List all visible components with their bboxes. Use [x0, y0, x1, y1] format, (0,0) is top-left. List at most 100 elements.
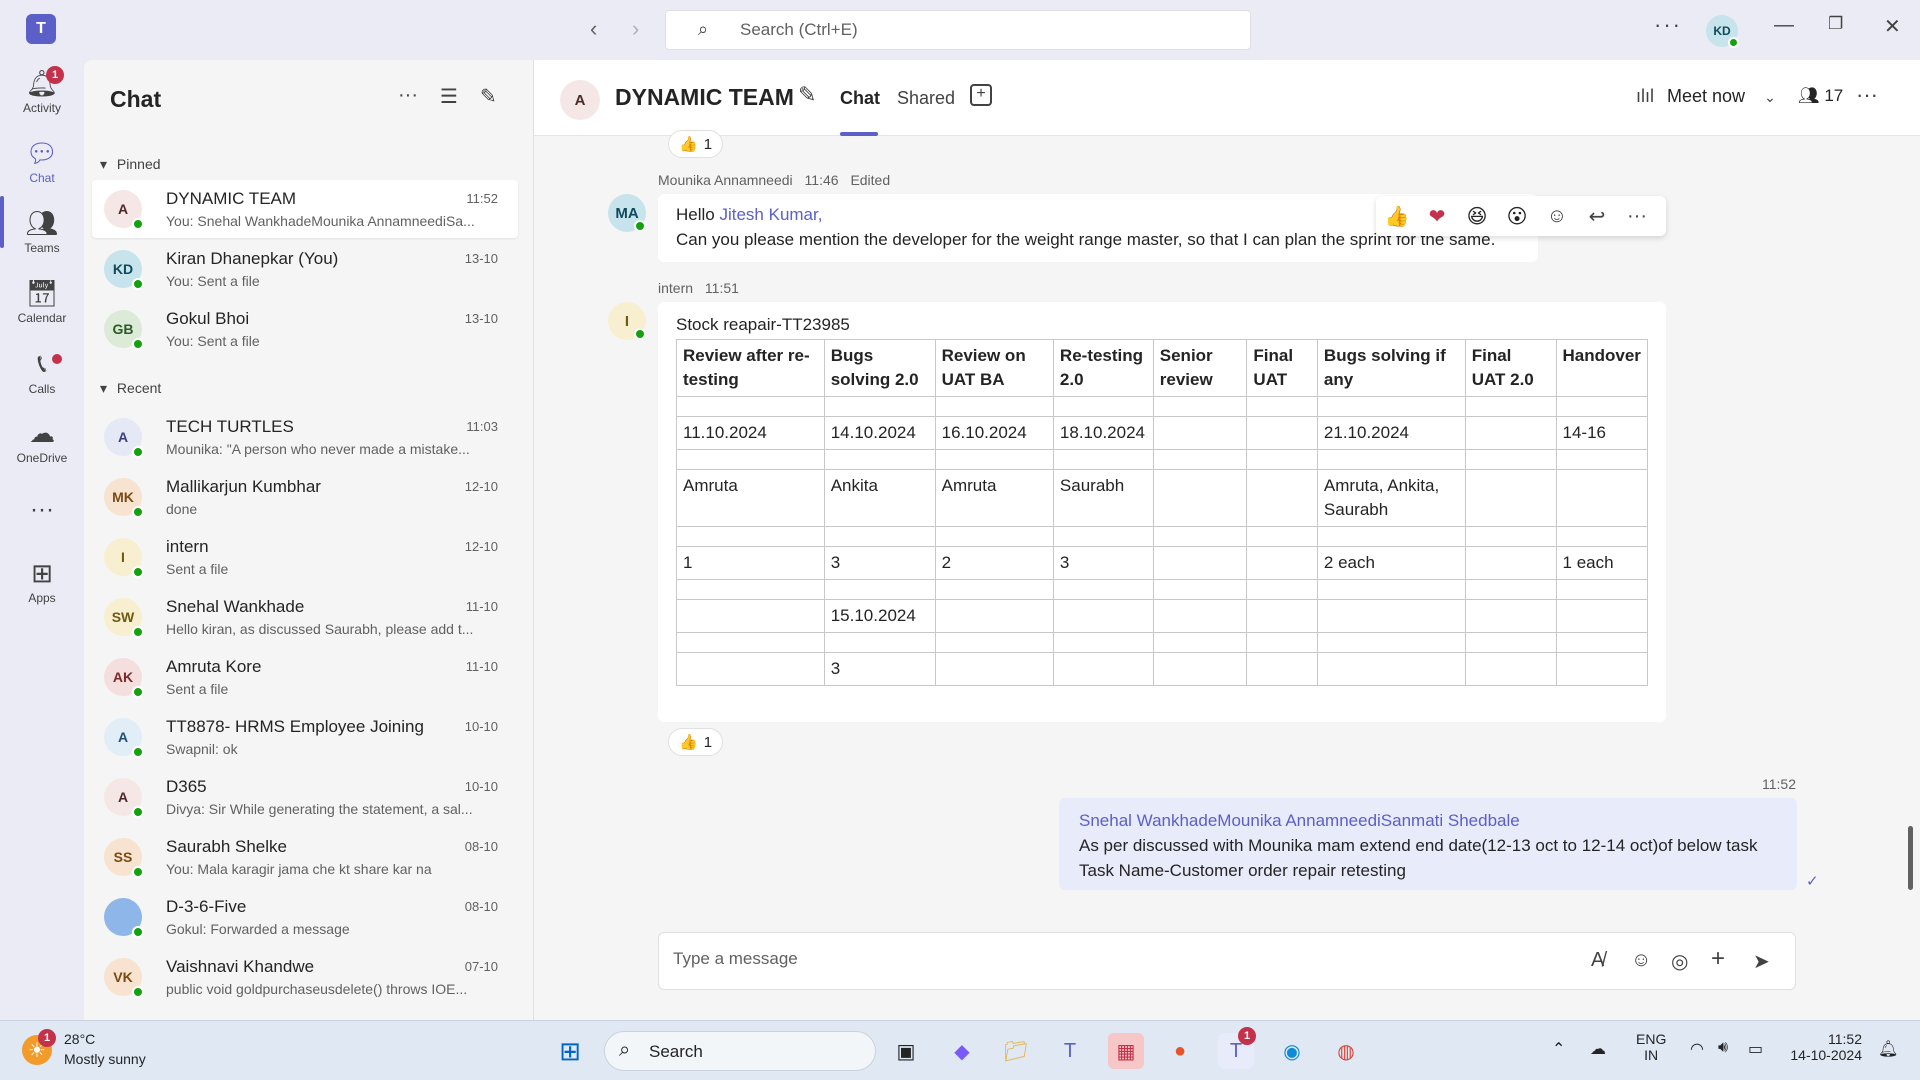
battery-icon[interactable]: ▭: [1748, 1039, 1763, 1059]
sender-avatar[interactable]: MA: [608, 194, 646, 232]
minimize-icon[interactable]: —: [1774, 14, 1794, 37]
forward-arrow-icon[interactable]: ›: [632, 16, 639, 42]
header-more-icon[interactable]: ···: [1856, 82, 1878, 108]
onedrive-sync-icon[interactable]: ☁: [1590, 1039, 1606, 1059]
table-cell: [1316, 526, 1466, 547]
my-message-bubble[interactable]: Snehal WankhadeMounika AnnamneediSanmati…: [1059, 798, 1797, 890]
firefox-icon[interactable]: ●: [1162, 1033, 1198, 1069]
chat-list-item[interactable]: A D365 Divya: Sir While generating the sta…: [92, 768, 518, 826]
tab-chat[interactable]: Chat: [840, 88, 880, 109]
schedule-table: Review after re-testing Bugs solving 2.0 R…: [676, 339, 1649, 686]
close-icon[interactable]: ✕: [1884, 14, 1901, 39]
reply-icon[interactable]: ↩: [1582, 204, 1612, 229]
file-explorer-icon[interactable]: 📁︎: [998, 1033, 1034, 1069]
store-icon[interactable]: ▦: [1108, 1033, 1144, 1069]
notification-bell-icon[interactable]: 🔔︎: [1878, 1039, 1898, 1059]
rail-apps[interactable]: ⊞ Apps: [0, 558, 84, 605]
chat-list-item[interactable]: AK Amruta Kore Sent a file 11-10: [92, 648, 518, 706]
group-avatar[interactable]: A: [560, 80, 600, 120]
chat-list-item[interactable]: MK Mallikarjun Kumbhar done 12-10: [92, 468, 518, 526]
search-box[interactable]: ⌕ Search (Ctrl+E): [665, 10, 1251, 50]
chat-list-item[interactable]: GB Gokul Bhoi You: Sent a file 13-10: [92, 300, 518, 358]
meet-now-button[interactable]: ılıl Meet now ⌄: [1636, 86, 1776, 107]
emoji-icon[interactable]: ☺: [1631, 949, 1651, 972]
weather-temp[interactable]: 28°C: [64, 1031, 95, 1047]
rail-calendar[interactable]: 📅︎ Calendar: [0, 278, 84, 325]
pinned-label: Pinned: [116, 156, 161, 172]
clock[interactable]: 11:52 14-10-2024: [1782, 1031, 1862, 1063]
chat-list-item[interactable]: VK Vaishnavi Khandwe public void goldpurch…: [92, 948, 518, 1006]
new-chat-icon[interactable]: ✎: [480, 84, 497, 109]
profile-avatar[interactable]: KD: [1706, 15, 1739, 48]
message-bubble[interactable]: Stock reapair-TT23985 Review after re-te…: [658, 302, 1666, 722]
attach-plus-icon[interactable]: +: [1711, 945, 1725, 973]
rail-calls[interactable]: 📞︎ Calls: [0, 348, 84, 396]
chat-list-item[interactable]: KD Kiran Dhanepkar (You) You: Sent a file 1…: [92, 240, 518, 298]
message-more-icon[interactable]: ···: [1622, 205, 1652, 228]
presence-icon: [132, 278, 144, 290]
participants-button[interactable]: 👥︎ 17: [1798, 86, 1843, 106]
add-reaction-icon[interactable]: ☺: [1542, 205, 1572, 228]
tab-shared[interactable]: Shared: [897, 88, 955, 109]
compose-box[interactable]: A̸ ☺ ◎ + ➤: [658, 932, 1796, 990]
chat-list-item[interactable]: D-3-6-Five Gokul: Forwarded a message 08-1…: [92, 888, 518, 946]
people-icon: 👥︎: [1798, 86, 1820, 105]
windows-start-icon[interactable]: ⊞: [552, 1033, 588, 1069]
pinned-section-header[interactable]: ▾ Pinned: [100, 156, 161, 173]
table-cell: 2 each: [1316, 546, 1466, 580]
rail-teams[interactable]: 👥︎ Teams: [0, 208, 84, 255]
recent-section-header[interactable]: ▾ Recent: [100, 380, 161, 397]
loop-icon[interactable]: ◎: [1671, 949, 1688, 974]
language-indicator[interactable]: ENG IN: [1636, 1031, 1666, 1063]
chat-list-item[interactable]: A TECH TURTLES Mounika: "A person who neve…: [92, 408, 518, 466]
title-bar: T ‹ › ⌕ Search (Ctrl+E) ··· KD — ❐ ✕: [0, 0, 1920, 60]
format-icon[interactable]: A̸: [1591, 949, 1604, 972]
table-cell: [1152, 632, 1248, 653]
filter-icon[interactable]: ☰: [440, 84, 458, 109]
surprised-reaction-icon[interactable]: 😮: [1502, 204, 1532, 229]
table-cell: [1555, 469, 1649, 527]
calls-notification-dot: [52, 354, 62, 364]
mentions-line[interactable]: Snehal WankhadeMounika AnnamneediSanmati…: [1079, 808, 1777, 833]
copilot-icon[interactable]: ◆: [944, 1033, 980, 1069]
edge-icon[interactable]: ◉: [1274, 1033, 1310, 1069]
taskbar-search[interactable]: ⌕ Search: [604, 1031, 876, 1071]
chat-list-item[interactable]: A TT8878- HRMS Employee Joining Swapnil: o…: [92, 708, 518, 766]
chrome-icon[interactable]: ◍: [1328, 1033, 1364, 1069]
chat-list-item[interactable]: A DYNAMIC TEAM You: Snehal WankhadeMounika…: [92, 180, 518, 238]
chat-list-item[interactable]: SS Saurabh Shelke You: Mala karagir jama c…: [92, 828, 518, 886]
chat-list-item[interactable]: Iintern Sent a file 12-10: [92, 528, 518, 586]
more-options-icon[interactable]: ···: [398, 84, 418, 107]
back-arrow-icon[interactable]: ‹: [590, 16, 597, 42]
rail-onedrive[interactable]: ☁︎ OneDrive: [0, 418, 84, 465]
like-reaction-icon[interactable]: 👍: [1382, 204, 1412, 229]
laugh-reaction-icon[interactable]: 😆: [1462, 204, 1492, 229]
restore-icon[interactable]: ❐: [1828, 14, 1843, 34]
edit-name-icon[interactable]: ✎: [798, 82, 816, 108]
volume-icon[interactable]: 🔊︎: [1718, 1039, 1728, 1057]
show-hidden-icons-chevron[interactable]: ⌃: [1552, 1039, 1565, 1059]
rail-chat[interactable]: 💬︎ Chat: [0, 138, 84, 185]
teams-personal-icon[interactable]: T: [1052, 1033, 1088, 1069]
like-reaction[interactable]: 👍 1: [668, 728, 724, 756]
table-cell: [1052, 449, 1154, 470]
clock-time: 11:52: [1828, 1031, 1862, 1047]
weather-status[interactable]: Mostly sunny: [64, 1051, 146, 1067]
like-reaction[interactable]: 👍 1: [668, 130, 724, 158]
add-tab-icon[interactable]: +: [970, 84, 992, 106]
settings-more-icon[interactable]: ···: [1654, 12, 1682, 38]
rail-activity[interactable]: 🔔︎ Activity 1: [0, 66, 84, 115]
chat-list-item[interactable]: SW Snehal Wankhade Hello kiran, as discuss…: [92, 588, 518, 646]
sender-avatar[interactable]: I: [608, 302, 646, 340]
message-input[interactable]: [673, 949, 1473, 969]
scrollbar-thumb[interactable]: [1908, 826, 1913, 890]
heart-reaction-icon[interactable]: ❤: [1422, 204, 1452, 229]
more-apps-icon[interactable]: ···: [0, 496, 84, 524]
table-row: 13232 each 1 each: [676, 546, 1649, 580]
send-icon[interactable]: ➤: [1753, 949, 1770, 974]
rail-calls-label: Calls: [28, 382, 56, 396]
wifi-icon[interactable]: ◠: [1690, 1039, 1704, 1059]
chat-preview: Hello kiran, as discussed Saurabh, pleas…: [166, 621, 474, 637]
task-view-icon[interactable]: ▣: [888, 1033, 924, 1069]
mention-link[interactable]: Jitesh Kumar: [719, 205, 817, 224]
